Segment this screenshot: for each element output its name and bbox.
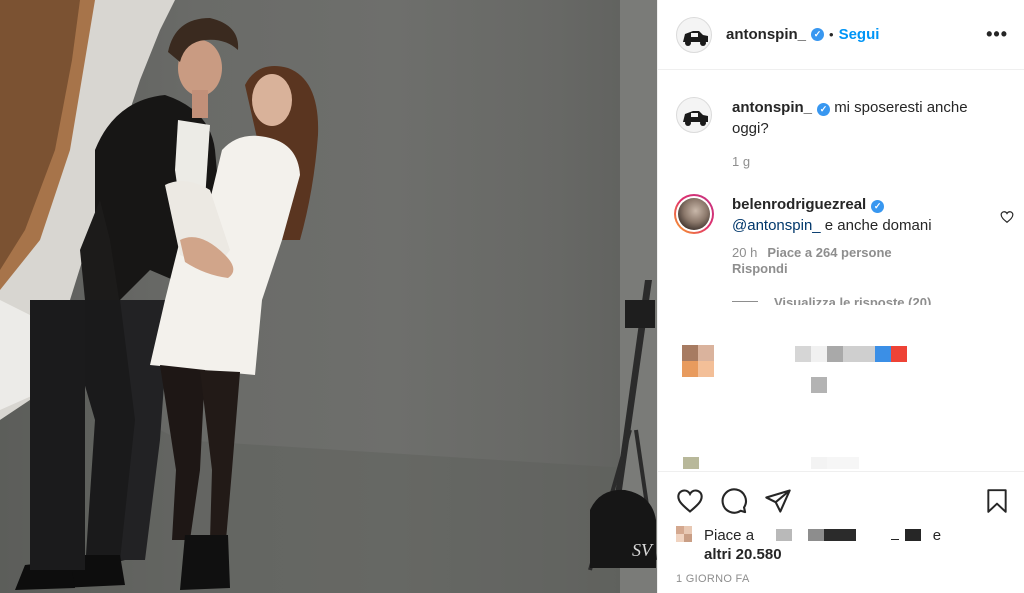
photo-illustration: SV	[0, 0, 657, 593]
verified-badge-icon: ✓	[817, 103, 831, 116]
likes-suffix: e	[932, 527, 942, 544]
post-side-panel: antonspin_ ✓ • Segui ••• antonspin_ ✓ mi …	[657, 0, 1024, 593]
likes-summary[interactable]: Piace a e altri 20.580	[676, 526, 1010, 564]
reply-button[interactable]: Rispondi	[732, 261, 788, 276]
caption-author-avatar[interactable]	[676, 97, 712, 133]
caption-username[interactable]: antonspin_	[732, 99, 812, 116]
comment-text: e anche domani	[820, 217, 932, 234]
view-replies-label: Visualizza le risposte (20)	[774, 295, 932, 305]
comment-heart-icon[interactable]	[1000, 210, 1014, 224]
comment-likes[interactable]: Piace a 264 persone	[767, 245, 891, 260]
comment-icon[interactable]	[720, 487, 748, 515]
more-options-icon[interactable]: •••	[986, 24, 1008, 45]
likes-prefix: Piace a	[704, 527, 755, 544]
author-avatar[interactable]	[676, 16, 712, 53]
commenter-username[interactable]: belenrodriguezreal	[732, 196, 866, 213]
separator-dot: •	[829, 27, 834, 42]
follow-button[interactable]: Segui	[839, 26, 880, 43]
car-logo-icon	[683, 30, 708, 46]
comment-item: belenrodriguezreal ✓ @antonspin_ e anche …	[658, 172, 1024, 277]
post-photo[interactable]: SV	[0, 0, 657, 593]
comment-mention[interactable]: @antonspin_	[732, 217, 821, 234]
car-logo-icon	[683, 111, 708, 126]
heart-icon[interactable]	[676, 487, 704, 515]
censored-liker	[776, 529, 793, 541]
verified-badge-icon: ✓	[811, 28, 825, 41]
view-replies-button[interactable]: Visualizza le risposte (20)	[732, 295, 1024, 305]
likers-avatars	[676, 526, 698, 562]
likes-count[interactable]: altri 20.580	[704, 546, 782, 563]
post-header: antonspin_ ✓ • Segui •••	[658, 0, 1024, 70]
author-username[interactable]: antonspin_	[726, 26, 806, 43]
caption-age: 1 g	[732, 154, 751, 169]
bookmark-icon[interactable]	[984, 487, 1010, 515]
post-caption: antonspin_ ✓ mi sposeresti anche oggi? 1 …	[658, 71, 1024, 172]
replies-line	[732, 301, 758, 302]
comments-list[interactable]: antonspin_ ✓ mi sposeresti anche oggi? 1 …	[658, 71, 1024, 471]
commenter-avatar[interactable]	[674, 194, 714, 234]
comment-time[interactable]: 20 h	[732, 245, 757, 260]
post-actions: Piace a e altri 20.580 1 GIORNO FA	[658, 471, 1024, 593]
svg-text:SV: SV	[632, 540, 654, 560]
paper-plane-icon[interactable]	[764, 487, 792, 515]
verified-badge-icon: ✓	[871, 200, 885, 213]
post-date[interactable]: 1 GIORNO FA	[676, 573, 1010, 585]
